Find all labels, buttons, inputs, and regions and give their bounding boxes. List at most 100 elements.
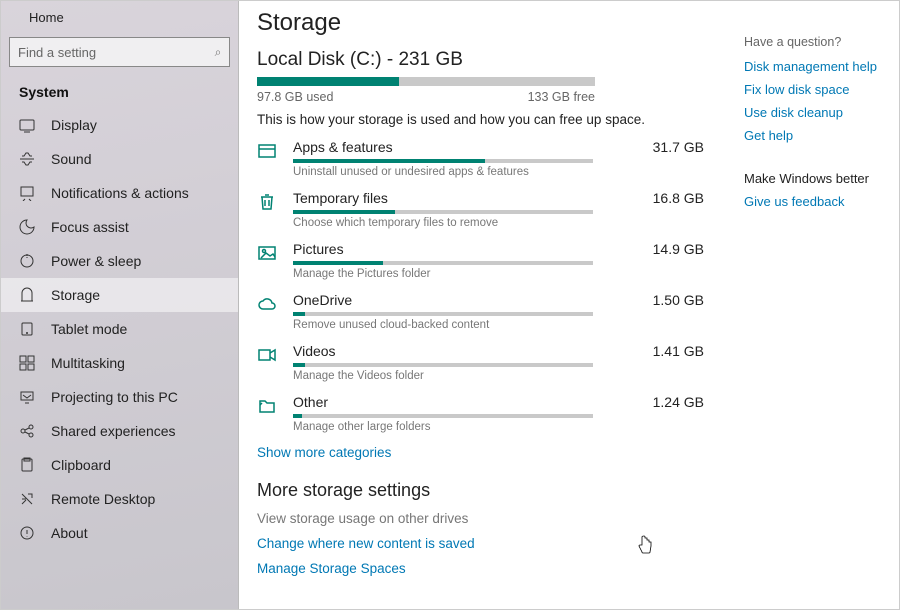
sidebar-item-display[interactable]: Display [1, 108, 238, 142]
help-link-fix-low-disk-space[interactable]: Fix low disk space [744, 82, 887, 97]
category-name: Apps & features [293, 139, 393, 155]
right-pane: Have a question? Disk management help Fix… [744, 1, 899, 609]
make-windows-better: Make Windows better [744, 171, 887, 186]
category-bar [293, 261, 593, 265]
feedback-link[interactable]: Give us feedback [744, 194, 887, 209]
folder-icon [257, 396, 277, 416]
category-size: 1.41 GB [653, 343, 704, 359]
nav-label: About [51, 525, 88, 541]
category-bar [293, 363, 593, 367]
nav-label: Clipboard [51, 457, 111, 473]
search-settings-box[interactable]: ⌕ [9, 37, 230, 67]
storage-category-pictures[interactable]: Pictures 14.9 GB Manage the Pictures folde… [257, 241, 704, 280]
picture-icon [257, 243, 277, 263]
section-label: System [1, 75, 238, 108]
nav-icon [19, 253, 35, 269]
nav-icon [19, 185, 35, 201]
nav-icon [19, 219, 35, 235]
storage-category-apps-features[interactable]: Apps & features 31.7 GB Uninstall unused o… [257, 139, 704, 178]
nav-list: Display Sound Notifications & actions Focus… [1, 108, 238, 609]
sidebar-item-remote-desktop[interactable]: Remote Desktop [1, 482, 238, 516]
nav-icon [19, 491, 35, 507]
sidebar: Home ⌕ System Display Sound Notifications … [1, 1, 239, 609]
category-desc: Uninstall unused or undesired apps & fea… [293, 166, 704, 178]
category-name: Temporary files [293, 190, 388, 206]
sidebar-item-shared-experiences[interactable]: Shared experiences [1, 414, 238, 448]
nav-icon [19, 287, 35, 303]
nav-icon [19, 117, 35, 133]
category-name: Pictures [293, 241, 344, 257]
nav-label: Projecting to this PC [51, 389, 178, 405]
category-desc: Manage the Videos folder [293, 370, 704, 382]
sidebar-item-tablet-mode[interactable]: Tablet mode [1, 312, 238, 346]
storage-category-videos[interactable]: Videos 1.41 GB Manage the Videos folder [257, 343, 704, 382]
nav-icon [19, 389, 35, 405]
nav-icon [19, 457, 35, 473]
nav-label: Display [51, 117, 97, 133]
nav-label: Sound [51, 151, 91, 167]
search-input[interactable] [10, 40, 213, 65]
more-link-view-storage-usage-on-other-drives[interactable]: View storage usage on other drives [257, 511, 704, 526]
search-icon: ⌕ [213, 45, 229, 60]
more-storage-settings-title: More storage settings [257, 480, 704, 501]
more-link-manage-storage-spaces[interactable]: Manage Storage Spaces [257, 561, 704, 576]
nav-icon [19, 525, 35, 541]
storage-intro: This is how your storage is used and how… [257, 112, 704, 127]
more-link-change-where-new-content-is-saved[interactable]: Change where new content is saved [257, 536, 704, 551]
sidebar-item-clipboard[interactable]: Clipboard [1, 448, 238, 482]
sidebar-item-sound[interactable]: Sound [1, 142, 238, 176]
category-size: 14.9 GB [653, 241, 704, 257]
nav-icon [19, 423, 35, 439]
home-button[interactable]: Home [1, 1, 238, 31]
sidebar-item-power-sleep[interactable]: Power & sleep [1, 244, 238, 278]
category-size: 1.24 GB [653, 394, 704, 410]
category-name: Videos [293, 343, 336, 359]
category-desc: Manage the Pictures folder [293, 268, 704, 280]
trash-icon [257, 192, 277, 212]
nav-label: Multitasking [51, 355, 125, 371]
category-name: Other [293, 394, 328, 410]
nav-label: Power & sleep [51, 253, 141, 269]
nav-label: Shared experiences [51, 423, 176, 439]
category-bar [293, 414, 593, 418]
category-desc: Remove unused cloud-backed content [293, 319, 704, 331]
help-link-use-disk-cleanup[interactable]: Use disk cleanup [744, 105, 887, 120]
disk-title: Local Disk (C:) - 231 GB [257, 49, 704, 71]
video-icon [257, 345, 277, 365]
window-icon [257, 141, 277, 161]
main: Storage Local Disk (C:) - 231 GB 97.8 GB… [239, 1, 899, 609]
storage-category-onedrive[interactable]: OneDrive 1.50 GB Remove unused cloud-backe… [257, 292, 704, 331]
sidebar-item-notifications-actions[interactable]: Notifications & actions [1, 176, 238, 210]
sidebar-item-storage[interactable]: Storage [1, 278, 238, 312]
help-link-get-help[interactable]: Get help [744, 128, 887, 143]
category-desc: Manage other large folders [293, 421, 704, 433]
sidebar-item-projecting-to-this-pc[interactable]: Projecting to this PC [1, 380, 238, 414]
disk-free-label: 133 GB free [528, 90, 595, 104]
nav-label: Remote Desktop [51, 491, 155, 507]
storage-category-temporary-files[interactable]: Temporary files16.8 GBChoose which tempo… [257, 190, 704, 229]
nav-icon [19, 321, 35, 337]
sidebar-item-focus-assist[interactable]: Focus assist [1, 210, 238, 244]
disk-usage-fill [257, 77, 399, 86]
disk-usage-bar [257, 77, 595, 86]
category-size: 31.7 GB [653, 139, 704, 155]
nav-label: Storage [51, 287, 100, 303]
category-name: OneDrive [293, 292, 352, 308]
category-bar [293, 210, 593, 214]
category-size: 1.50 GB [653, 292, 704, 308]
page-title: Storage [257, 9, 704, 37]
have-a-question: Have a question? [744, 35, 887, 49]
help-link-disk-management-help[interactable]: Disk management help [744, 59, 887, 74]
category-bar [293, 312, 593, 316]
nav-icon [19, 355, 35, 371]
storage-category-other[interactable]: Other 1.24 GB Manage other large folders [257, 394, 704, 433]
content: Storage Local Disk (C:) - 231 GB 97.8 GB… [239, 1, 744, 609]
nav-label: Focus assist [51, 219, 129, 235]
cloud-icon [257, 294, 277, 314]
home-label: Home [29, 10, 64, 25]
show-more-categories-link[interactable]: Show more categories [257, 445, 704, 460]
sidebar-item-about[interactable]: About [1, 516, 238, 550]
nav-label: Tablet mode [51, 321, 127, 337]
sidebar-item-multitasking[interactable]: Multitasking [1, 346, 238, 380]
nav-icon [19, 151, 35, 167]
